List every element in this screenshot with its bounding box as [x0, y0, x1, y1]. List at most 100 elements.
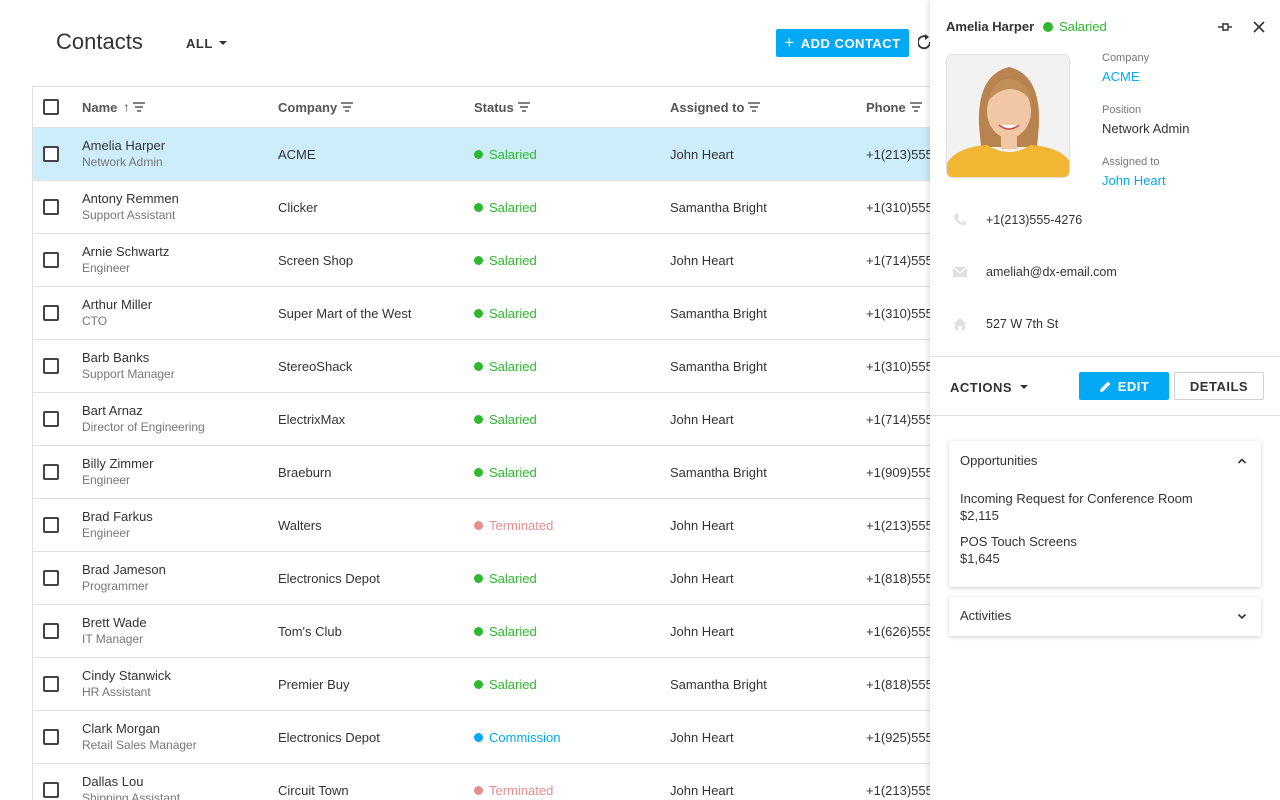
- row-checkbox[interactable]: [43, 199, 59, 215]
- row-checkbox[interactable]: [43, 411, 59, 427]
- company-cell: Electronics Depot: [278, 570, 380, 586]
- company-link[interactable]: ACME: [1102, 69, 1140, 84]
- table-row[interactable]: Clark Morgan Retail Sales Manager Electron…: [33, 711, 930, 764]
- details-button[interactable]: DETAILS: [1174, 372, 1264, 400]
- chevron-down-icon[interactable]: [1237, 611, 1247, 621]
- column-header-phone[interactable]: Phone: [866, 87, 922, 127]
- filter-icon[interactable]: [133, 102, 146, 112]
- email-line: ameliah@dx-email.com: [952, 264, 1117, 280]
- company-cell: Screen Shop: [278, 252, 354, 268]
- table-row[interactable]: Amelia Harper Network Admin ACME Salaried Jo…: [33, 128, 930, 181]
- assigned-cell: Samantha Bright: [670, 199, 767, 215]
- opportunities-card: Opportunities Incoming Request for Confe…: [949, 441, 1261, 587]
- row-check-cell: [43, 393, 63, 445]
- divider: [930, 356, 1280, 357]
- table-row[interactable]: Barb Banks Support Manager StereoShack Sala…: [33, 340, 930, 393]
- assigned-link[interactable]: John Heart: [1102, 173, 1166, 188]
- assigned-cell: Samantha Bright: [670, 464, 767, 480]
- status-dot-icon: [474, 255, 483, 265]
- status-cell: Salaried: [474, 605, 664, 657]
- add-contact-button[interactable]: + ADD CONTACT: [776, 29, 909, 57]
- contact-position: Engineer: [82, 473, 131, 487]
- table-row[interactable]: Brad Jameson Programmer Electronics Depot S…: [33, 552, 930, 605]
- name-cell: Amelia Harper Network Admin: [82, 128, 272, 180]
- column-header-company[interactable]: Company: [278, 87, 354, 127]
- plus-icon: +: [784, 32, 795, 52]
- filter-icon[interactable]: [909, 102, 922, 112]
- grid-body: Amelia Harper Network Admin ACME Salaried Jo…: [33, 128, 930, 800]
- status-dot-icon: [474, 149, 483, 159]
- close-icon[interactable]: [1252, 20, 1266, 34]
- row-checkbox[interactable]: [43, 782, 59, 798]
- contact-name: Barb Banks: [82, 350, 150, 365]
- assigned-cell: Samantha Bright: [670, 305, 767, 321]
- name-cell: Brett Wade IT Manager: [82, 605, 272, 657]
- pin-icon[interactable]: [1218, 21, 1232, 33]
- row-check-cell: [43, 181, 63, 233]
- company-cell: Premier Buy: [278, 676, 350, 692]
- opportunity-item[interactable]: Incoming Request for Conference Room $2,…: [960, 490, 1193, 524]
- status-text: Salaried: [489, 676, 537, 692]
- row-checkbox[interactable]: [43, 252, 59, 268]
- row-checkbox[interactable]: [43, 623, 59, 639]
- contact-name: Brad Jameson: [82, 562, 166, 577]
- row-checkbox[interactable]: [43, 305, 59, 321]
- status-text: Terminated: [489, 782, 554, 798]
- status-cell: Commission: [474, 711, 664, 763]
- select-all-checkbox[interactable]: [43, 99, 59, 115]
- divider: [930, 415, 1280, 416]
- row-checkbox[interactable]: [43, 570, 59, 586]
- status-filter-dropdown[interactable]: ALL: [178, 31, 235, 55]
- contact-position: Engineer: [82, 526, 131, 540]
- table-row[interactable]: Cindy Stanwick HR Assistant Premier Buy Sal…: [33, 658, 930, 711]
- activities-title: Activities: [960, 608, 1012, 623]
- filter-icon[interactable]: [517, 102, 530, 112]
- panel-status-text: Salaried: [1059, 19, 1107, 34]
- table-row[interactable]: Billy Zimmer Engineer Braeburn Salaried Sama…: [33, 446, 930, 499]
- filter-icon[interactable]: [341, 102, 354, 112]
- row-checkbox[interactable]: [43, 358, 59, 374]
- contact-position: Support Manager: [82, 367, 175, 381]
- table-row[interactable]: Dallas Lou Shipping Assistant Circuit Town…: [33, 764, 930, 800]
- email-value[interactable]: ameliah@dx-email.com: [986, 265, 1117, 279]
- contact-position: CTO: [82, 314, 108, 328]
- assigned-cell: John Heart: [670, 517, 734, 533]
- row-checkbox[interactable]: [43, 676, 59, 692]
- edit-button[interactable]: EDIT: [1079, 372, 1169, 400]
- row-checkbox[interactable]: [43, 464, 59, 480]
- actions-dropdown[interactable]: ACTIONS: [950, 376, 1028, 398]
- assigned-cell: Samantha Bright: [670, 676, 767, 692]
- table-row[interactable]: Bart Arnaz Director of Engineering Electri…: [33, 393, 930, 446]
- chevron-up-icon[interactable]: [1237, 456, 1247, 466]
- contact-position: Network Admin: [82, 155, 163, 169]
- phone-cell: +1(818)555: [866, 570, 930, 586]
- row-check-cell: [43, 605, 63, 657]
- row-checkbox[interactable]: [43, 517, 59, 533]
- status-text: Salaried: [489, 570, 537, 586]
- column-header-assigned[interactable]: Assigned to: [670, 87, 761, 127]
- filter-icon[interactable]: [748, 102, 761, 112]
- table-row[interactable]: Antony Remmen Support Assistant Clicker Sal…: [33, 181, 930, 234]
- phone-line: +1(213)555-4276: [952, 212, 1082, 228]
- table-row[interactable]: Arnie Schwartz Engineer Screen Shop Salarie…: [33, 234, 930, 287]
- table-row[interactable]: Brett Wade IT Manager Tom's Club Salaried Jo…: [33, 605, 930, 658]
- row-checkbox[interactable]: [43, 146, 59, 162]
- toolbar: Contacts ALL + ADD CONTACT: [0, 0, 930, 86]
- refresh-icon[interactable]: [918, 34, 930, 52]
- status-cell: Salaried: [474, 128, 664, 180]
- assigned-cell: John Heart: [670, 729, 734, 745]
- phone-value[interactable]: +1(213)555-4276: [986, 213, 1082, 227]
- phone-cell: +1(310)555: [866, 305, 930, 321]
- column-header-label: Company: [278, 99, 338, 115]
- row-checkbox[interactable]: [43, 729, 59, 745]
- opportunity-item[interactable]: POS Touch Screens $1,645: [960, 533, 1077, 567]
- name-cell: Bart Arnaz Director of Engineering: [82, 393, 272, 445]
- column-header-name[interactable]: Name ↑: [82, 87, 146, 127]
- column-header-status[interactable]: Status: [474, 87, 530, 127]
- grid-header: Name ↑ Company Status Assigned to Phone: [33, 87, 930, 128]
- company-cell: Clicker: [278, 199, 318, 215]
- contact-position: Shipping Assistant: [82, 791, 181, 800]
- table-row[interactable]: Arthur Miller CTO Super Mart of the West Sa…: [33, 287, 930, 340]
- table-row[interactable]: Brad Farkus Engineer Walters Terminated John…: [33, 499, 930, 552]
- phone-cell: +1(626)555: [866, 623, 930, 639]
